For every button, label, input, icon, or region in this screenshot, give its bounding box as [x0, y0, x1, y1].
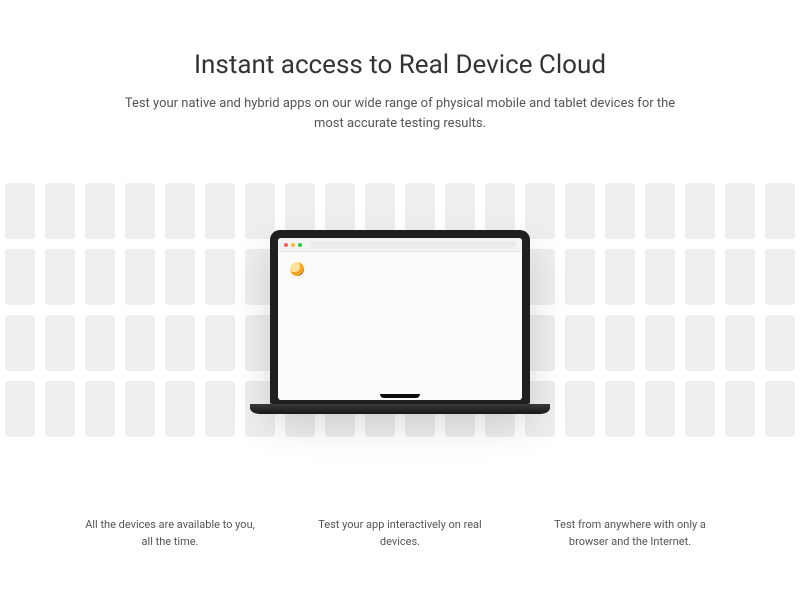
- device-tile: [725, 183, 755, 239]
- device-tile: [725, 315, 755, 371]
- device-tile: [125, 183, 155, 239]
- device-tile: [685, 381, 715, 437]
- feature-item: Test your app interactively on real devi…: [315, 517, 485, 550]
- device-tile: [125, 315, 155, 371]
- device-tile: [165, 381, 195, 437]
- hero-title: Instant access to Real Device Cloud: [0, 50, 800, 80]
- device-tile: [205, 249, 235, 305]
- app-logo-icon: [288, 260, 306, 278]
- device-tile: [685, 315, 715, 371]
- window-close-icon: [284, 243, 288, 247]
- device-tile: [85, 183, 115, 239]
- device-tile: [165, 183, 195, 239]
- device-tile: [5, 381, 35, 437]
- device-tile: [605, 315, 635, 371]
- feature-item: Test from anywhere with only a browser a…: [545, 517, 715, 550]
- device-tile: [645, 183, 675, 239]
- device-tile: [645, 381, 675, 437]
- laptop-hinge: [380, 394, 420, 398]
- window-expand-icon: [298, 243, 302, 247]
- device-tile: [85, 381, 115, 437]
- hero-subtitle: Test your native and hybrid apps on our …: [120, 94, 680, 133]
- device-tile: [85, 249, 115, 305]
- device-tile: [565, 249, 595, 305]
- device-tile: [5, 249, 35, 305]
- device-tile: [165, 315, 195, 371]
- device-tile: [725, 249, 755, 305]
- laptop-screen: [278, 238, 522, 400]
- device-tile: [765, 315, 795, 371]
- device-tile: [205, 183, 235, 239]
- device-tile: [45, 249, 75, 305]
- laptop-body: [270, 230, 530, 404]
- feature-item: All the devices are available to you, al…: [85, 517, 255, 550]
- browser-chrome: [278, 238, 522, 252]
- device-tile: [205, 381, 235, 437]
- device-tile: [605, 381, 635, 437]
- device-tile: [45, 381, 75, 437]
- device-tile: [125, 249, 155, 305]
- features-row: All the devices are available to you, al…: [0, 517, 800, 550]
- device-tile: [565, 381, 595, 437]
- laptop-illustration: [260, 230, 540, 414]
- device-tile: [85, 315, 115, 371]
- device-tile: [565, 183, 595, 239]
- window-minimize-icon: [291, 243, 295, 247]
- device-tile: [5, 315, 35, 371]
- device-tile: [605, 183, 635, 239]
- landing-section: Instant access to Real Device Cloud Test…: [0, 0, 800, 600]
- device-tile: [645, 315, 675, 371]
- device-tile: [45, 183, 75, 239]
- device-tile: [125, 381, 155, 437]
- device-tile: [605, 249, 635, 305]
- device-tile: [645, 249, 675, 305]
- address-bar: [311, 241, 516, 248]
- device-tile: [45, 315, 75, 371]
- device-tile: [5, 183, 35, 239]
- device-tile: [725, 381, 755, 437]
- device-tile: [165, 249, 195, 305]
- device-tile: [565, 315, 595, 371]
- device-tile: [765, 381, 795, 437]
- laptop-base: [250, 404, 550, 414]
- device-tile: [205, 315, 235, 371]
- device-tile: [765, 183, 795, 239]
- device-tile: [685, 249, 715, 305]
- device-tile: [685, 183, 715, 239]
- device-tile: [765, 249, 795, 305]
